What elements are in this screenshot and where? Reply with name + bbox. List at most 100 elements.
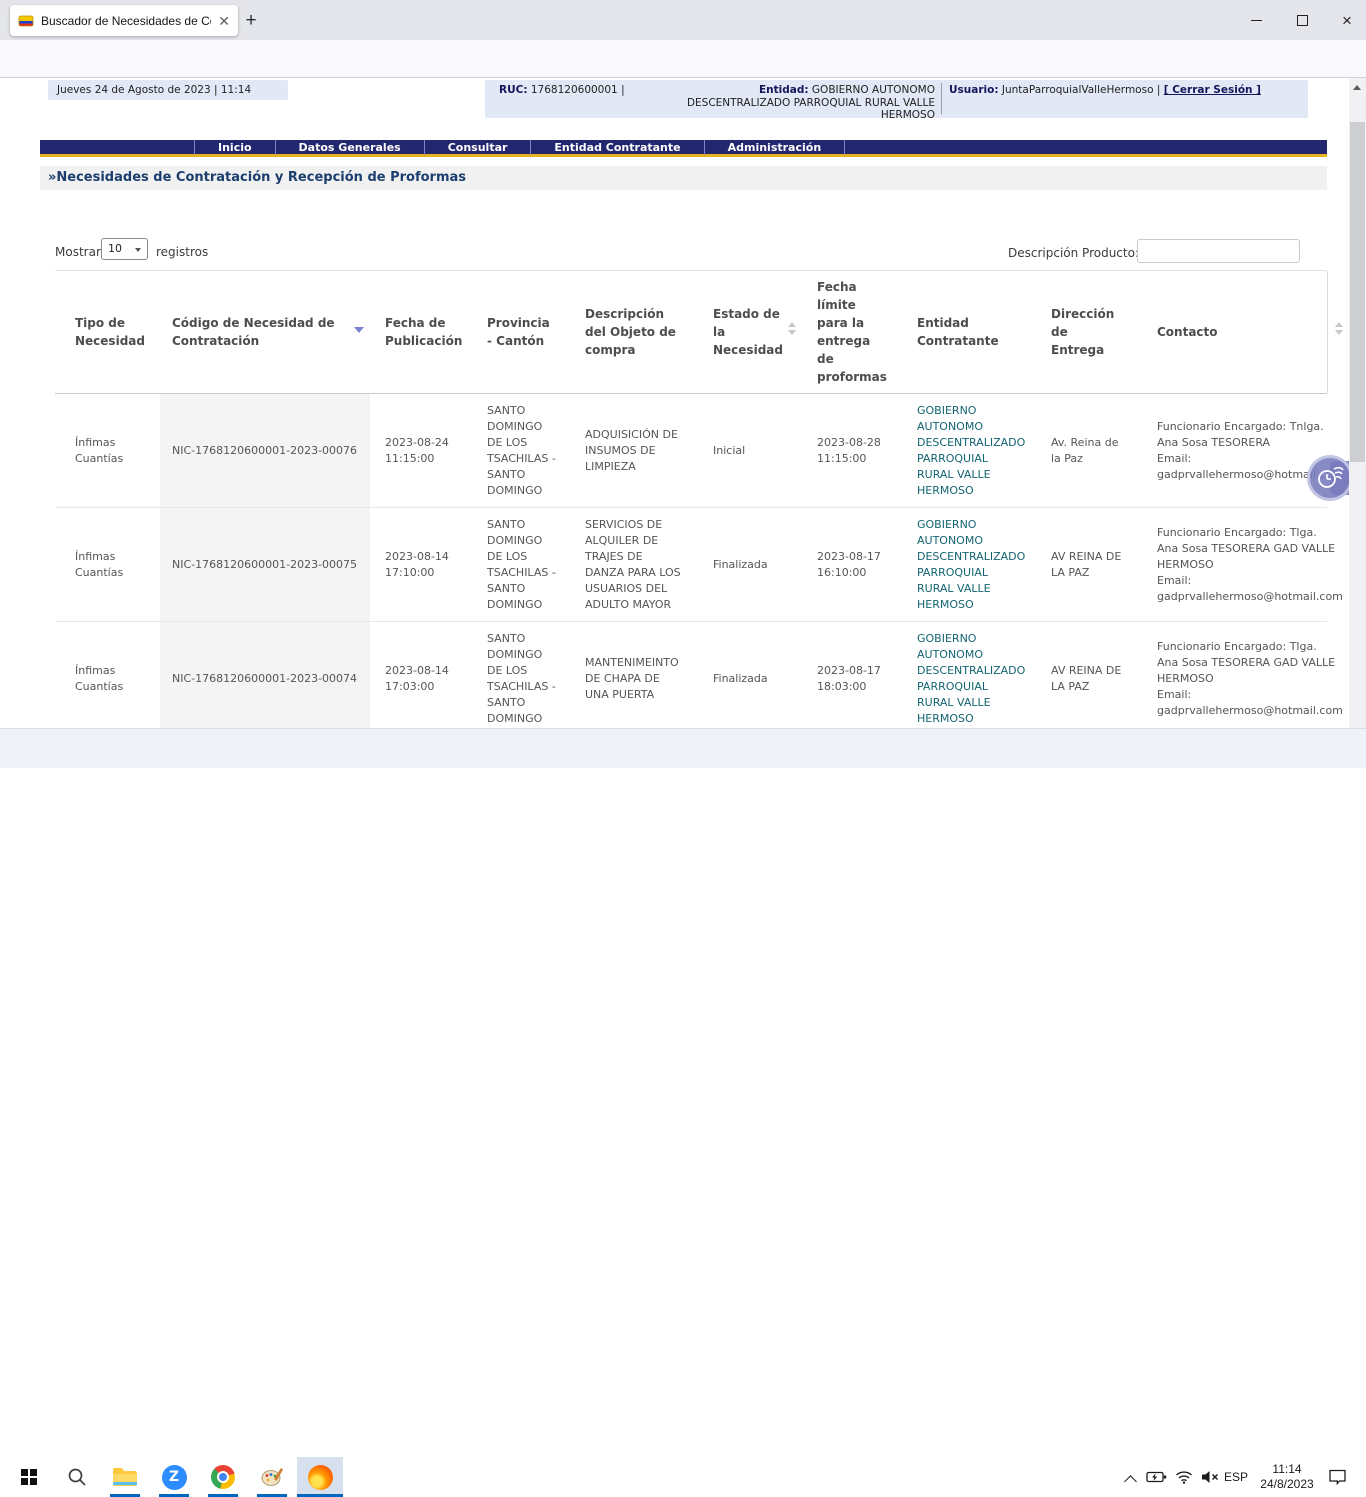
ecuador-favicon	[18, 13, 34, 29]
taskbar-search-button[interactable]	[54, 1457, 100, 1497]
zoom-app-icon: Z	[162, 1465, 187, 1490]
col-header-entidad[interactable]: Entidad Contratante	[910, 271, 1042, 393]
col-header-codigo[interactable]: Código de Necesidad de Contratación	[160, 271, 370, 393]
table-row: Ínfimas Cuantías NIC-1768120600001-2023-…	[55, 508, 1327, 622]
records-label: registros	[156, 245, 208, 259]
nav-item-entidad-contratante[interactable]: Entidad Contratante	[531, 140, 704, 155]
col-header-fecha-limite[interactable]: Fecha límite para la entrega de proforma…	[805, 271, 910, 393]
chrome-icon	[211, 1465, 235, 1489]
ruc-label: RUC:	[499, 84, 528, 96]
minimize-button[interactable]	[1233, 0, 1279, 40]
needs-table: Tipo de Necesidad Código de Necesidad de…	[55, 270, 1327, 728]
col-header-fecha-publicacion[interactable]: Fecha de Publicación	[370, 271, 480, 393]
browser-tab[interactable]: Buscador de Necesidades de Co ✕	[10, 5, 238, 36]
battery-status[interactable]	[1146, 1470, 1168, 1489]
col-header-contacto[interactable]: Contacto	[1145, 271, 1327, 393]
divider	[1327, 271, 1328, 393]
cell-tipo: Ínfimas Cuantías	[55, 508, 160, 621]
cell-codigo: NIC-1768120600001-2023-00076	[160, 394, 370, 507]
cell-descripcion: ADQUISICIÓN DE INSUMOS DE LIMPIEZA	[577, 394, 700, 507]
col-header-descripcion[interactable]: Descripción del Objeto de compra	[577, 271, 700, 393]
start-button[interactable]	[6, 1457, 52, 1497]
entity-label: Entidad:	[759, 84, 809, 96]
cell-estado: Inicial	[700, 394, 805, 507]
cell-fecha-publicacion: 2023-08-24 11:15:00	[370, 394, 480, 507]
cell-contacto: Funcionario Encargado: Tlga. Ana Sosa TE…	[1145, 622, 1327, 728]
datetime-box: Jueves 24 de Agosto de 2023 | 11:14	[48, 80, 288, 100]
nav-item-administracion[interactable]: Administración	[705, 140, 846, 155]
cell-codigo: NIC-1768120600001-2023-00075	[160, 508, 370, 621]
winged-clock-widget-icon	[1315, 463, 1345, 493]
wifi-status[interactable]	[1175, 1470, 1193, 1489]
cell-descripcion: MANTENIMEINTO DE CHAPA DE UNA PUERTA	[577, 622, 700, 728]
divider	[941, 83, 942, 114]
taskbar-chrome[interactable]	[200, 1457, 246, 1497]
floating-widget-button[interactable]	[1307, 455, 1353, 501]
maximize-icon	[1297, 15, 1308, 26]
language-indicator[interactable]: ESP	[1224, 1470, 1248, 1484]
cell-entidad-link[interactable]: GOBIERNO AUTONOMO DESCENTRALIZADO PARROQ…	[910, 394, 1042, 507]
new-tab-button[interactable]: +	[238, 8, 264, 34]
nav-item-inicio[interactable]: Inicio	[194, 140, 276, 155]
volume-status[interactable]	[1200, 1469, 1220, 1490]
cell-entidad-link[interactable]: GOBIERNO AUTONOMO DESCENTRALIZADO PARROQ…	[910, 508, 1042, 621]
cell-provincia: SANTO DOMINGO DE LOS TSACHILAS - SANTO D…	[480, 508, 577, 621]
action-center-button[interactable]	[1328, 1468, 1347, 1490]
chevron-down-icon	[135, 248, 141, 252]
col-header-estado[interactable]: Estado de la Necesidad	[700, 271, 805, 393]
nav-item-datos-generales[interactable]: Datos Generales	[276, 140, 425, 155]
browser-tab-bar: Buscador de Necesidades de Co ✕ + ×	[0, 0, 1366, 40]
nav-item-consultar[interactable]: Consultar	[425, 140, 532, 155]
table-row: Ínfimas Cuantías NIC-1768120600001-2023-…	[55, 622, 1327, 728]
col-header-provincia[interactable]: Provincia - Cantón	[480, 271, 577, 393]
search-icon	[67, 1467, 87, 1487]
cell-codigo: NIC-1768120600001-2023-00074	[160, 622, 370, 728]
page-title-bar: »Necesidades de Contratación y Recepción…	[40, 166, 1327, 190]
col-header-tipo[interactable]: Tipo de Necesidad	[55, 271, 160, 393]
tray-clock[interactable]: 11:14 24/8/2023	[1256, 1462, 1318, 1492]
tray-expand-button[interactable]	[1126, 1473, 1135, 1486]
wifi-icon	[1175, 1470, 1193, 1484]
maximize-button[interactable]	[1279, 0, 1325, 40]
user-label: Usuario:	[949, 84, 999, 96]
cell-entidad-link[interactable]: GOBIERNO AUTONOMO DESCENTRALIZADO PARROQ…	[910, 622, 1042, 728]
taskbar-file-explorer[interactable]	[102, 1457, 148, 1497]
taskbar-paint[interactable]	[249, 1457, 295, 1497]
tab-close-icon[interactable]: ✕	[218, 14, 230, 28]
cell-provincia: SANTO DOMINGO DE LOS TSACHILAS - SANTO D…	[480, 394, 577, 507]
cell-provincia: SANTO DOMINGO DE LOS TSACHILAS - SANTO D…	[480, 622, 577, 728]
cell-fecha-limite: 2023-08-28 11:15:00	[805, 394, 910, 507]
user-value: JuntaParroquialValleHermoso	[1002, 84, 1154, 96]
scrollbar-up-icon[interactable]	[1353, 85, 1361, 90]
cell-fecha-publicacion: 2023-08-14 17:10:00	[370, 508, 480, 621]
minimize-icon	[1251, 20, 1262, 21]
tray-date: 24/8/2023	[1256, 1477, 1318, 1492]
taskbar: Z	[0, 728, 1366, 768]
page-content: Jueves 24 de Agosto de 2023 | 11:14 RUC:…	[0, 78, 1366, 728]
scrollbar-thumb[interactable]	[1350, 122, 1365, 462]
page-scrollbar[interactable]	[1349, 78, 1366, 728]
sort-desc-icon[interactable]	[354, 327, 364, 333]
taskbar-zoom-app[interactable]: Z	[151, 1457, 197, 1497]
table-row: Ínfimas Cuantías NIC-1768120600001-2023-…	[55, 394, 1327, 508]
show-records-select[interactable]: 10	[101, 238, 148, 260]
col-header-direccion[interactable]: Dirección de Entrega	[1042, 271, 1145, 393]
ruc-field: RUC: 1768120600001 |	[499, 84, 625, 96]
main-nav: Inicio Datos Generales Consultar Entidad…	[40, 140, 1327, 157]
entity-field: Entidad: GOBIERNO AUTONOMO DESCENTRALIZA…	[650, 84, 935, 122]
taskbar-firefox[interactable]	[297, 1457, 343, 1497]
close-button[interactable]: ×	[1324, 0, 1366, 40]
separator: |	[1157, 84, 1161, 96]
logout-link[interactable]: [ Cerrar Sesión ]	[1164, 84, 1261, 96]
page-title: »Necesidades de Contratación y Recepción…	[48, 170, 466, 185]
cell-tipo: Ínfimas Cuantías	[55, 394, 160, 507]
session-info-box: RUC: 1768120600001 | Entidad: GOBIERNO A…	[485, 80, 1308, 118]
tab-title: Buscador de Necesidades de Co	[41, 14, 211, 28]
tray-time: 11:14	[1256, 1462, 1318, 1477]
cell-direccion: AV REINA DE LA PAZ	[1042, 508, 1145, 621]
cell-estado: Finalizada	[700, 622, 805, 728]
cell-contacto: Funcionario Encargado: Tlga. Ana Sosa TE…	[1145, 508, 1327, 621]
sort-both-icon[interactable]	[788, 322, 796, 335]
product-description-input[interactable]	[1137, 239, 1300, 263]
cell-fecha-limite: 2023-08-17 18:03:00	[805, 622, 910, 728]
